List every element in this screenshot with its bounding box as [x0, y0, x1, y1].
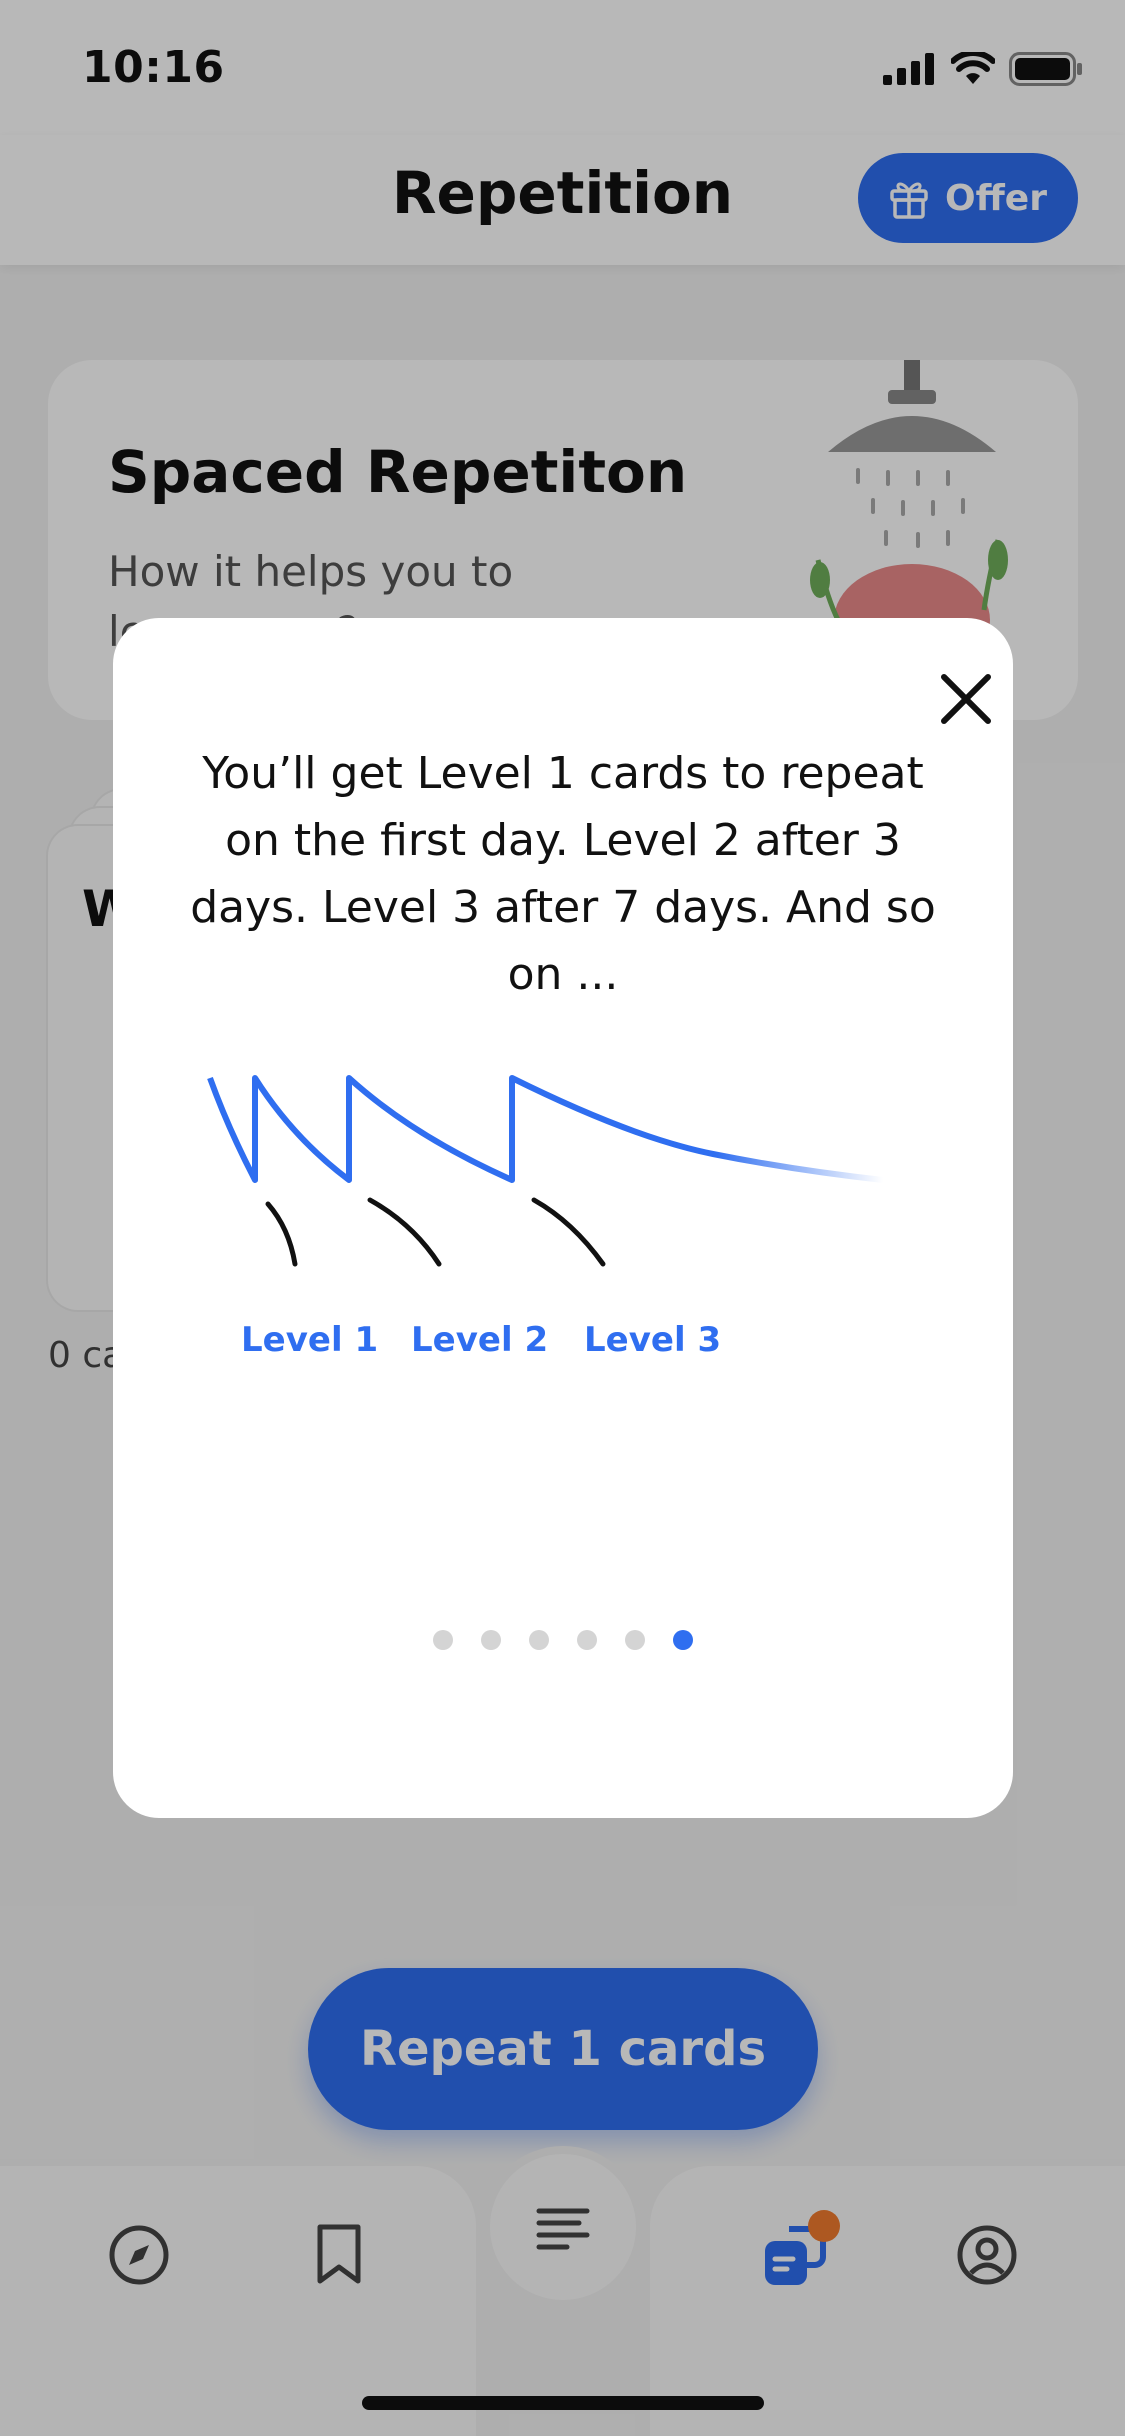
- onboarding-modal: You’ll get Level 1 cards to repeat on th…: [113, 618, 1013, 1818]
- forgetting-curve-illustration: Level 1 Level 2 Level 3: [113, 1058, 1013, 1398]
- page-dot[interactable]: [577, 1630, 597, 1650]
- level-2-label: Level 2: [411, 1320, 549, 1360]
- level-1-label: Level 1: [241, 1320, 379, 1360]
- page-dot[interactable]: [625, 1630, 645, 1650]
- page-dot-active[interactable]: [673, 1630, 693, 1650]
- modal-description: You’ll get Level 1 cards to repeat on th…: [190, 748, 936, 1000]
- close-button[interactable]: [921, 654, 1011, 744]
- pagination-dots: [113, 1630, 1013, 1650]
- page-dot[interactable]: [529, 1630, 549, 1650]
- close-icon: [941, 674, 991, 724]
- page-dot[interactable]: [433, 1630, 453, 1650]
- level-3-label: Level 3: [584, 1320, 722, 1360]
- page-dot[interactable]: [481, 1630, 501, 1650]
